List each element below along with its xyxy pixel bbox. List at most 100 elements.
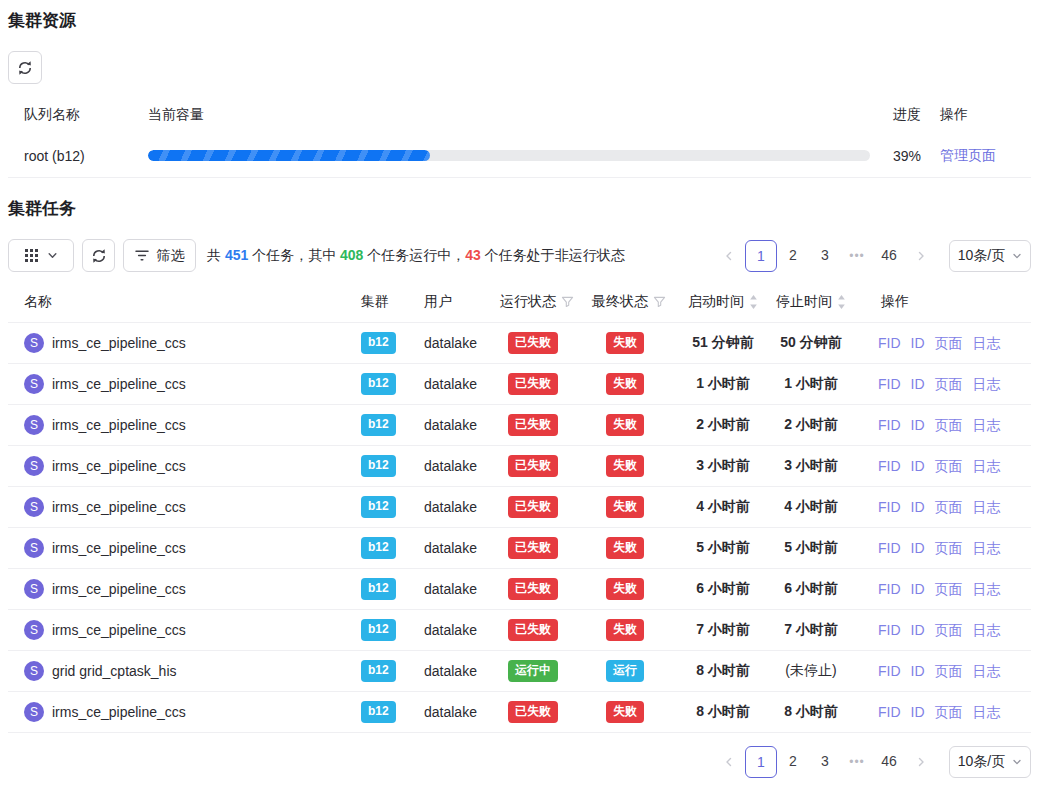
page-link[interactable]: 页面 — [935, 620, 963, 640]
page-ellipsis[interactable]: ••• — [841, 755, 873, 769]
fid-link[interactable]: FID — [878, 579, 901, 599]
manage-page-link[interactable]: 管理页面 — [940, 147, 996, 163]
task-row: S irms_ce_pipeline_ccs b12 datalake 已失败 … — [8, 569, 1031, 610]
density-dropdown-button[interactable] — [8, 239, 74, 272]
sorter-icon[interactable] — [749, 294, 758, 310]
spark-avatar: S — [24, 661, 44, 681]
page-link[interactable]: 页面 — [935, 579, 963, 599]
next-page-button[interactable] — [905, 746, 937, 778]
fid-link[interactable]: FID — [878, 456, 901, 476]
pagination-top: 1 2 3 ••• 46 10条/页 — [713, 240, 1031, 272]
log-link[interactable]: 日志 — [973, 415, 1001, 435]
task-row: S irms_ce_pipeline_ccs b12 datalake 已失败 … — [8, 323, 1031, 364]
page-button-46[interactable]: 46 — [873, 746, 905, 778]
page-link[interactable]: 页面 — [935, 702, 963, 722]
page-button-3[interactable]: 3 — [809, 240, 841, 272]
page-link[interactable]: 页面 — [935, 333, 963, 353]
tasks-refresh-button[interactable] — [82, 239, 115, 272]
log-link[interactable]: 日志 — [973, 538, 1001, 558]
page-button-1[interactable]: 1 — [745, 240, 777, 272]
page-button-46[interactable]: 46 — [873, 240, 905, 272]
id-link[interactable]: ID — [911, 456, 925, 476]
log-link[interactable]: 日志 — [973, 497, 1001, 517]
id-link[interactable]: ID — [911, 579, 925, 599]
prev-page-button[interactable] — [713, 240, 745, 272]
task-name: irms_ce_pipeline_ccs — [52, 417, 186, 433]
task-name-cell: S irms_ce_pipeline_ccs — [24, 702, 361, 722]
task-name: irms_ce_pipeline_ccs — [52, 540, 186, 556]
task-row: S grid grid_cptask_his b12 datalake 运行中 … — [8, 651, 1031, 692]
page: 集群资源 队列名称 当前容量 进度 操作 root (b12) 39% 管理页 — [0, 0, 1039, 778]
run-status-tag: 已失败 — [508, 578, 558, 600]
log-link[interactable]: 日志 — [973, 333, 1001, 353]
final-status-tag: 运行 — [606, 660, 644, 682]
task-name: irms_ce_pipeline_ccs — [52, 376, 186, 392]
id-link[interactable]: ID — [911, 374, 925, 394]
fid-link[interactable]: FID — [878, 661, 901, 681]
fid-link[interactable]: FID — [878, 497, 901, 517]
log-link[interactable]: 日志 — [973, 456, 1001, 476]
fid-link[interactable]: FID — [878, 620, 901, 640]
stop-time: 2 小时前 — [766, 416, 856, 434]
fid-link[interactable]: FID — [878, 333, 901, 353]
page-link[interactable]: 页面 — [935, 374, 963, 394]
id-link[interactable]: ID — [911, 497, 925, 517]
user: datalake — [424, 622, 500, 638]
page-button-2[interactable]: 2 — [777, 240, 809, 272]
task-actions: FID ID 页面 日志 — [856, 579, 1031, 599]
page-link[interactable]: 页面 — [935, 456, 963, 476]
id-link[interactable]: ID — [911, 415, 925, 435]
filter-funnel-icon[interactable] — [653, 296, 666, 308]
user: datalake — [424, 581, 500, 597]
filter-button[interactable]: 筛选 — [123, 239, 196, 272]
final-status-tag: 失败 — [606, 496, 644, 518]
page-link[interactable]: 页面 — [935, 415, 963, 435]
page-button-1[interactable]: 1 — [745, 746, 777, 778]
page-button-2[interactable]: 2 — [777, 746, 809, 778]
next-page-button[interactable] — [905, 240, 937, 272]
start-time: 3 小时前 — [680, 457, 766, 475]
final-status-tag: 失败 — [606, 578, 644, 600]
task-actions: FID ID 页面 日志 — [856, 333, 1031, 353]
log-link[interactable]: 日志 — [973, 374, 1001, 394]
progress-fill — [148, 150, 430, 161]
sorter-icon[interactable] — [837, 294, 846, 310]
page-size-select[interactable]: 10条/页 — [949, 240, 1031, 272]
id-link[interactable]: ID — [911, 538, 925, 558]
log-link[interactable]: 日志 — [973, 702, 1001, 722]
stop-time: (未停止) — [766, 662, 856, 680]
user: datalake — [424, 335, 500, 351]
page-ellipsis[interactable]: ••• — [841, 249, 873, 263]
resources-refresh-button[interactable] — [8, 51, 42, 84]
id-link[interactable]: ID — [911, 702, 925, 722]
task-row: S irms_ce_pipeline_ccs b12 datalake 已失败 … — [8, 692, 1031, 733]
log-link[interactable]: 日志 — [973, 620, 1001, 640]
page-size-select[interactable]: 10条/页 — [949, 746, 1031, 778]
chevron-down-icon — [1012, 251, 1022, 261]
fid-link[interactable]: FID — [878, 415, 901, 435]
run-status-tag: 已失败 — [508, 537, 558, 559]
page-link[interactable]: 页面 — [935, 538, 963, 558]
task-name-cell: S irms_ce_pipeline_ccs — [24, 456, 361, 476]
task-row: S irms_ce_pipeline_ccs b12 datalake 已失败 … — [8, 528, 1031, 569]
fid-link[interactable]: FID — [878, 702, 901, 722]
stopped-count: 43 — [465, 247, 481, 263]
user: datalake — [424, 417, 500, 433]
tasks-table-header: 名称 集群 用户 运行状态 最终状态 启动时间 停止时间 操作 — [8, 282, 1031, 323]
fid-link[interactable]: FID — [878, 538, 901, 558]
start-time: 7 小时前 — [680, 621, 766, 639]
task-actions: FID ID 页面 日志 — [856, 661, 1031, 681]
spark-avatar: S — [24, 374, 44, 394]
page-button-3[interactable]: 3 — [809, 746, 841, 778]
id-link[interactable]: ID — [911, 661, 925, 681]
id-link[interactable]: ID — [911, 333, 925, 353]
page-link[interactable]: 页面 — [935, 497, 963, 517]
log-link[interactable]: 日志 — [973, 579, 1001, 599]
page-link[interactable]: 页面 — [935, 661, 963, 681]
task-name: irms_ce_pipeline_ccs — [52, 581, 186, 597]
prev-page-button[interactable] — [713, 746, 745, 778]
fid-link[interactable]: FID — [878, 374, 901, 394]
id-link[interactable]: ID — [911, 620, 925, 640]
filter-funnel-icon[interactable] — [561, 296, 574, 308]
log-link[interactable]: 日志 — [973, 661, 1001, 681]
